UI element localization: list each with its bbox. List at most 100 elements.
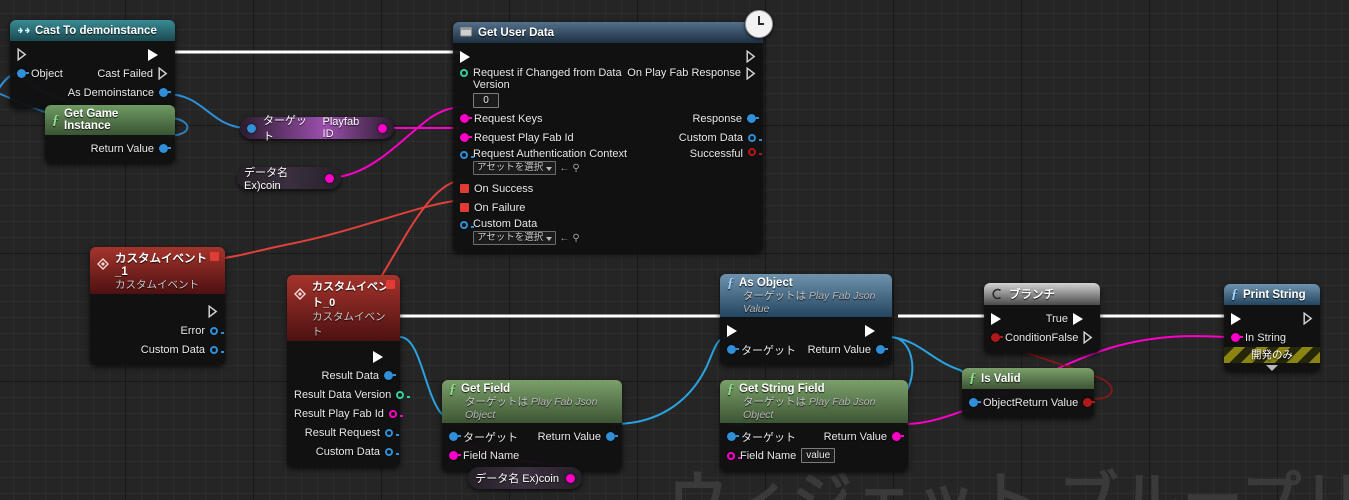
pin-row-on-failure[interactable]: On Failure — [453, 198, 763, 217]
target-in-pin[interactable] — [449, 432, 461, 441]
on-play-fab-response-exec-pin[interactable] — [746, 67, 756, 80]
pin-row-object[interactable]: Object Return Value — [962, 393, 1096, 412]
pin-row-request-keys[interactable]: Request Keys Response — [453, 109, 763, 128]
pin-row-exec[interactable] — [453, 47, 763, 66]
node-get-user-data[interactable]: Get User Data Request if Changed from Da… — [453, 22, 763, 252]
pin-row-request-playfab-id[interactable]: Request Play Fab Id Custom Data — [453, 128, 763, 147]
int-in-pin[interactable] — [460, 69, 468, 77]
node-get-field[interactable]: ƒ Get Field ターゲットは Play Fab Json Object … — [442, 380, 622, 471]
use-selected-asset-icon[interactable]: ← — [559, 233, 569, 244]
pin-row-return-value[interactable]: Return Value — [45, 139, 175, 158]
target-in-pin[interactable] — [727, 432, 739, 441]
exec-out-pin[interactable] — [208, 305, 218, 318]
pin-row-custom-data[interactable]: Custom Data — [287, 442, 400, 461]
return-value-out-pin[interactable] — [892, 432, 904, 441]
blueprint-graph-canvas[interactable]: ウィジェット ブループリン — [0, 0, 1349, 500]
request-if-changed-value[interactable]: 0 — [473, 93, 499, 108]
node-get-string-field[interactable]: ƒ Get String Field ターゲットは Play Fab Json … — [720, 380, 908, 471]
custom-data-out-pin[interactable] — [385, 447, 399, 456]
response-out-pin[interactable] — [747, 114, 759, 123]
exec-out-pin[interactable] — [373, 350, 393, 363]
pin-row-exec[interactable]: True — [984, 309, 1100, 328]
pin-row-in-string[interactable]: In String — [1224, 328, 1320, 347]
result-request-out-pin[interactable] — [385, 428, 399, 437]
asset-picker[interactable]: アセットを選択 ← ⚲ — [473, 231, 580, 245]
return-value-out-pin[interactable] — [606, 432, 618, 441]
cast-failed-exec-pin[interactable] — [158, 67, 168, 80]
node-get-data-name-1[interactable]: データ名 Ex)coin — [237, 167, 341, 192]
pin-row-request-if-changed[interactable]: Request if Changed from Data Version 0 O… — [453, 66, 763, 109]
false-exec-out-pin[interactable] — [1083, 331, 1093, 344]
pin-row-exec[interactable] — [287, 347, 400, 366]
object-in-pin[interactable] — [969, 398, 981, 407]
request-keys-in-pin[interactable] — [460, 114, 472, 123]
browse-asset-icon[interactable]: ⚲ — [572, 163, 579, 174]
pin-row-exec[interactable] — [90, 302, 225, 321]
condition-in-pin[interactable] — [991, 333, 1003, 342]
exec-in-pin[interactable] — [1231, 312, 1251, 325]
data-name-out-pin[interactable] — [325, 173, 334, 183]
pin-row-object[interactable]: Object Cast Failed — [10, 64, 175, 83]
playfab-id-out-pin[interactable] — [378, 123, 387, 133]
object-in-pin[interactable] — [17, 69, 29, 78]
exec-out-pin[interactable] — [148, 48, 168, 61]
pin-row-result-playfab-id[interactable]: Result Play Fab Id — [287, 404, 403, 423]
on-failure-delegate-pin[interactable] — [460, 203, 469, 212]
target-in-pin[interactable] — [727, 345, 739, 354]
pin-row-condition[interactable]: Condition False — [984, 328, 1100, 347]
exec-in-pin[interactable] — [727, 324, 747, 337]
asset-select-combo[interactable]: アセットを選択 — [473, 231, 557, 245]
pin-row-field-name[interactable]: Field Name value — [720, 446, 908, 465]
asset-select-combo[interactable]: アセットを選択 — [473, 161, 557, 175]
return-value-out-pin[interactable] — [1083, 398, 1096, 407]
pin-row-result-data[interactable]: Result Data — [287, 366, 400, 385]
request-auth-context-in-pin[interactable] — [460, 151, 474, 159]
pin-row-target[interactable]: ターゲット Return Value — [720, 427, 908, 446]
field-name-in-pin[interactable] — [727, 451, 741, 460]
field-name-value-input[interactable]: value — [801, 448, 836, 463]
pin-row-exec[interactable] — [10, 45, 175, 64]
exec-in-pin[interactable] — [991, 312, 1011, 325]
pin-row-target[interactable]: ターゲット Return Value — [720, 340, 892, 359]
pin-row-as-demoinstance[interactable]: As Demoinstance — [10, 83, 175, 102]
pin-row-request-auth-context[interactable]: Request Authentication Context アセットを選択 ←… — [453, 147, 763, 176]
node-get-playfab-id[interactable]: ターゲット Playfab ID — [240, 115, 394, 143]
pin-row-field-name[interactable]: Field Name — [442, 446, 622, 465]
custom-data-out-pin[interactable] — [748, 133, 762, 142]
on-success-delegate-pin[interactable] — [460, 184, 469, 193]
node-branch[interactable]: ブランチ True Condition False — [984, 283, 1100, 353]
browse-asset-icon[interactable]: ⚲ — [572, 233, 579, 244]
data-name-out-pin[interactable] — [566, 473, 575, 483]
successful-out-pin[interactable] — [748, 148, 762, 156]
return-value-out-pin[interactable] — [159, 144, 171, 153]
custom-data-in-pin[interactable] — [460, 221, 474, 229]
node-as-object[interactable]: ƒ As Object ターゲットは Play Fab Json Value タ… — [720, 274, 892, 365]
pin-row-error[interactable]: Error — [90, 321, 225, 340]
pin-row-target[interactable]: ターゲット Return Value — [442, 427, 622, 446]
pin-row-exec[interactable] — [720, 321, 892, 340]
node-custom-event-0[interactable]: カスタムイベント_0 カスタムイベント Result Data Result D… — [287, 275, 411, 467]
asset-picker[interactable]: アセットを選択 ← ⚲ — [473, 161, 627, 175]
exec-out-pin[interactable] — [1303, 312, 1313, 325]
target-in-pin[interactable] — [247, 123, 256, 133]
pin-row-result-data-version[interactable]: Result Data Version — [287, 385, 411, 404]
as-demoinstance-out-pin[interactable] — [159, 88, 171, 97]
node-custom-event-1[interactable]: カスタムイベント_1 カスタムイベント Error Custom Data — [90, 247, 225, 365]
node-get-data-name-2[interactable]: データ名 Ex)coin — [468, 467, 582, 489]
exec-out-pin[interactable] — [746, 50, 756, 63]
event-delegate-pin[interactable] — [210, 252, 219, 261]
field-name-in-pin[interactable] — [449, 451, 461, 460]
return-value-out-pin[interactable] — [876, 345, 888, 354]
node-cast-to-demoinstance[interactable]: Cast To demoinstance Object Cast Failed — [10, 20, 175, 108]
pin-row-result-request[interactable]: Result Request — [287, 423, 400, 442]
node-get-game-instance[interactable]: ƒ Get Game Instance Return Value — [45, 105, 175, 163]
exec-in-pin[interactable] — [460, 50, 480, 63]
request-play-fab-id-in-pin[interactable] — [460, 133, 472, 142]
exec-out-pin[interactable] — [865, 324, 885, 337]
result-data-version-out-pin[interactable] — [396, 390, 411, 399]
use-selected-asset-icon[interactable]: ← — [559, 163, 569, 174]
result-play-fab-id-out-pin[interactable] — [388, 409, 403, 418]
expand-advanced-caret-icon[interactable] — [1266, 365, 1278, 371]
pin-row-custom-data[interactable]: Custom Data — [90, 340, 225, 359]
pin-row-on-success[interactable]: On Success — [453, 179, 763, 198]
